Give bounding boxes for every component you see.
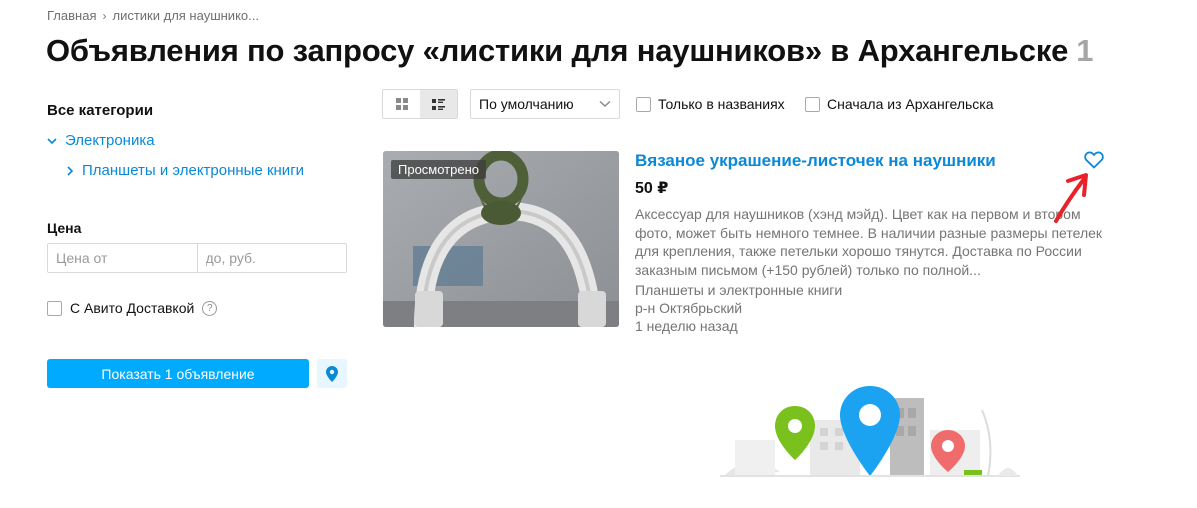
avito-delivery-filter[interactable]: С Авито Доставкой ? [47, 300, 218, 316]
chevron-right-icon [67, 165, 74, 176]
grid-view-button[interactable] [383, 90, 420, 118]
breadcrumb-separator: › [102, 8, 107, 23]
filter-label: Сначала из Архангельска [827, 96, 994, 112]
annotation-arrow-icon [1054, 173, 1088, 223]
listing-image[interactable]: Просмотрено [383, 151, 619, 327]
category-label: Электроника [65, 132, 155, 149]
map-pin-icon [326, 365, 338, 382]
price-from-input[interactable] [48, 244, 197, 272]
breadcrumb-home[interactable]: Главная [47, 8, 96, 23]
price-label: Цена [47, 220, 82, 236]
sort-select[interactable]: По умолчанию [470, 89, 620, 119]
filter-label: Только в названиях [658, 96, 785, 112]
city-illustration [720, 386, 1020, 477]
list-view-button[interactable] [420, 90, 457, 118]
listing-price: 50 ₽ [635, 180, 669, 197]
delivery-label: С Авито Доставкой [70, 300, 195, 316]
category-electronics[interactable]: Электроника [47, 132, 155, 149]
category-label: Планшеты и электронные книги [82, 162, 305, 179]
page-title-text: Объявления по запросу «листики для наушн… [46, 33, 1069, 68]
map-button[interactable] [317, 359, 347, 388]
chevron-down-icon [599, 100, 611, 108]
breadcrumb-current[interactable]: листики для наушнико... [112, 8, 258, 23]
listing-posted: 1 неделю назад [635, 318, 738, 334]
titles-only-checkbox[interactable] [636, 96, 651, 112]
viewed-badge: Просмотрено [391, 160, 487, 179]
listing-description: Аксессуар для наушников (хэнд мэйд). Цве… [635, 206, 1103, 278]
result-count: 1 [1076, 33, 1094, 68]
show-results-button[interactable]: Показать 1 объявление [47, 359, 309, 388]
view-toggle [382, 89, 458, 119]
grid-view-icon [395, 98, 408, 110]
listing-title[interactable]: Вязаное украшение-листочек на наушники [635, 151, 996, 171]
local-first-checkbox[interactable] [805, 96, 820, 112]
categories-heading[interactable]: Все категории [47, 102, 153, 119]
list-view-icon [432, 98, 445, 110]
help-icon[interactable]: ? [202, 300, 218, 316]
page-title: Объявления по запросу «листики для наушн… [46, 33, 1093, 69]
filter-local-first[interactable]: Сначала из Архангельска [805, 96, 994, 112]
chevron-down-icon [47, 137, 57, 144]
price-range [47, 243, 347, 273]
listing-district: р-н Октябрьский [635, 300, 743, 316]
sort-selected-value: По умолчанию [479, 96, 574, 112]
listing-category: Планшеты и электронные книги [635, 282, 843, 298]
breadcrumb: Главная › листики для наушнико... [47, 8, 259, 23]
category-tablets[interactable]: Планшеты и электронные книги [66, 162, 304, 179]
filter-titles-only[interactable]: Только в названиях [636, 96, 785, 112]
delivery-checkbox[interactable] [47, 300, 62, 316]
price-to-input[interactable] [197, 244, 346, 272]
